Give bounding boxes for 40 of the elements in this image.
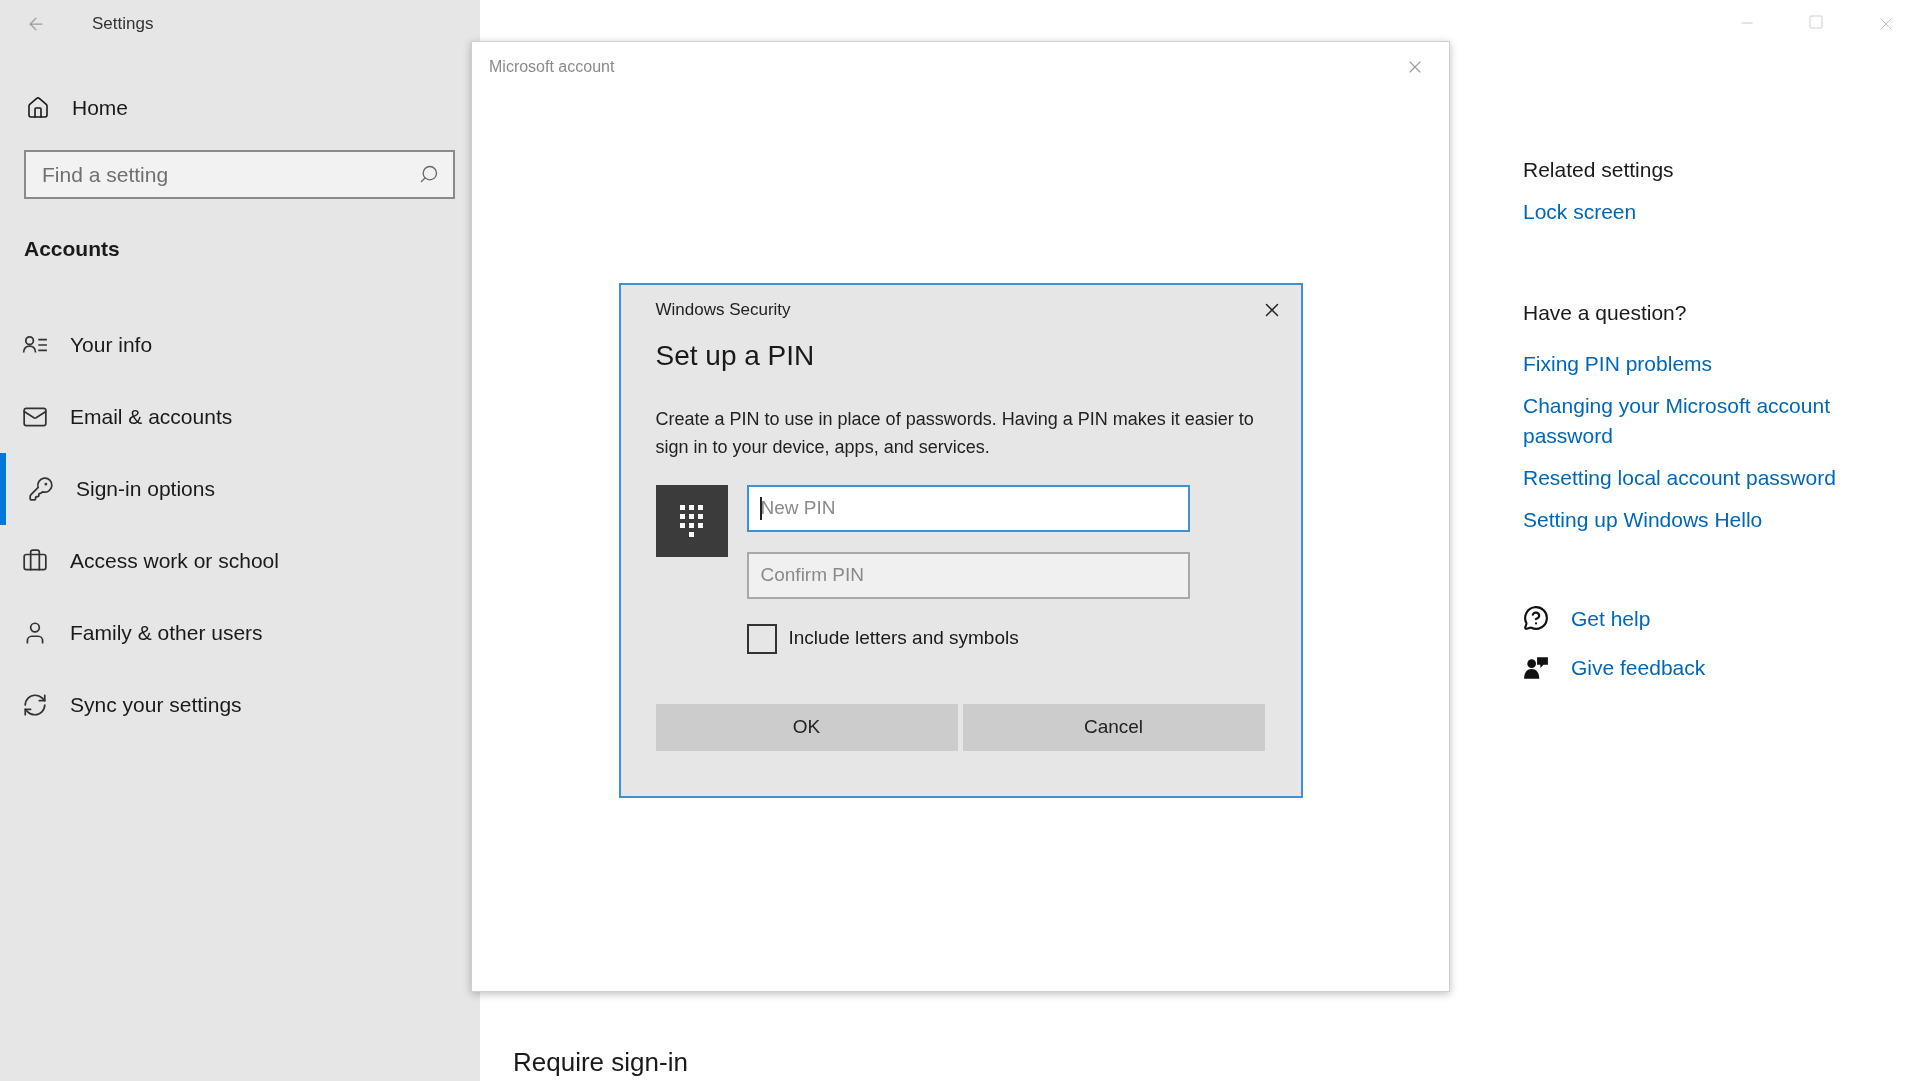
ok-button[interactable]: OK bbox=[655, 703, 958, 751]
support-link[interactable]: Get help bbox=[1571, 602, 1651, 634]
chat-question-icon bbox=[1523, 605, 1549, 632]
support-link[interactable]: Give feedback bbox=[1571, 652, 1706, 684]
account-window-title: Microsoft account bbox=[489, 57, 615, 77]
related-link[interactable]: Lock screen bbox=[1523, 195, 1637, 227]
cancel-button[interactable]: Cancel bbox=[962, 703, 1265, 751]
nav-item[interactable]: Sync your settings bbox=[0, 668, 440, 741]
nav-item[interactable]: Access work or school bbox=[0, 524, 440, 597]
key-icon bbox=[28, 475, 54, 502]
text-cursor bbox=[759, 496, 762, 520]
sync-icon bbox=[22, 691, 48, 718]
search-field[interactable]: Find a setting bbox=[24, 150, 455, 199]
nav-item[interactable]: Sign-in options bbox=[0, 452, 440, 525]
keypad-icon bbox=[655, 484, 728, 557]
search-icon bbox=[419, 164, 439, 184]
maximize-icon[interactable] bbox=[1808, 14, 1824, 30]
briefcase-icon bbox=[22, 547, 48, 574]
checkbox-label: Include letters and symbols bbox=[788, 626, 1019, 651]
home-icon bbox=[26, 96, 50, 120]
question-heading: Have a question? bbox=[1523, 300, 1687, 326]
checkbox[interactable] bbox=[746, 623, 777, 654]
pin-field[interactable]: Confirm PIN bbox=[746, 551, 1190, 599]
help-link[interactable]: Resetting local account password bbox=[1523, 462, 1836, 493]
dialog-caption: Windows Security bbox=[655, 299, 791, 321]
dialog-title: Set up a PIN bbox=[655, 338, 815, 373]
window-title: Settings bbox=[92, 13, 154, 36]
home-item[interactable]: Home bbox=[26, 90, 137, 126]
related-heading: Related settings bbox=[1523, 157, 1674, 183]
help-link[interactable]: Setting up Windows Hello bbox=[1523, 504, 1763, 535]
nav-item[interactable]: Email & accounts bbox=[0, 380, 440, 453]
nav-item[interactable]: Your info bbox=[0, 308, 440, 381]
pin-field[interactable]: New PIN bbox=[746, 484, 1190, 532]
section-heading: Require sign-in bbox=[513, 1047, 688, 1077]
section-heading: Accounts bbox=[24, 236, 120, 262]
help-link[interactable]: Changing your Microsoft account password bbox=[1523, 390, 1883, 451]
person-message-icon bbox=[1523, 654, 1549, 681]
help-link[interactable]: Fixing PIN problems bbox=[1523, 348, 1713, 379]
nav-item[interactable]: Family & other users bbox=[0, 596, 440, 669]
dialog-description: Create a PIN to use in place of passwords. Having a PIN makes it easier to sign in to your device, apps, and services. bbox=[655, 407, 1255, 459]
